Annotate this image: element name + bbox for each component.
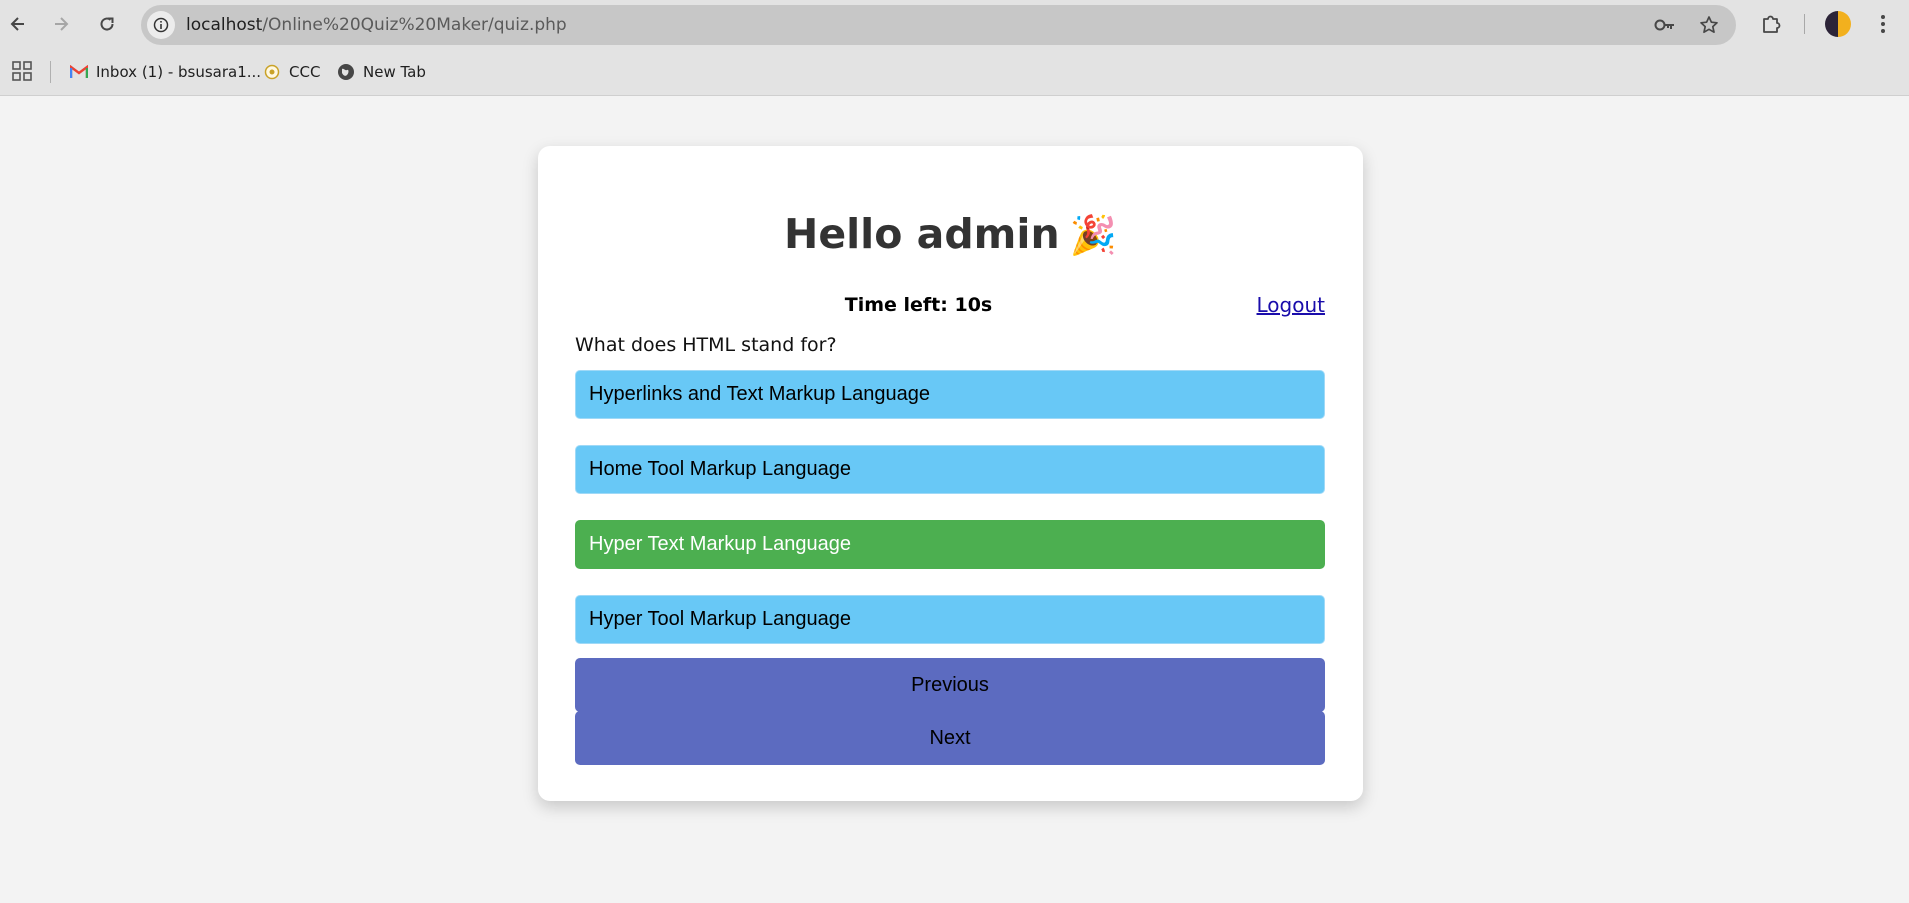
password-key-icon[interactable]	[1653, 13, 1677, 37]
next-button[interactable]: Next	[575, 711, 1325, 765]
answer-option[interactable]: Hyperlinks and Text Markup Language	[575, 370, 1325, 419]
profile-avatar[interactable]	[1825, 11, 1851, 37]
bookmark-label: New Tab	[363, 63, 426, 81]
ccc-favicon-icon	[263, 63, 281, 81]
toolbar-divider	[1804, 14, 1805, 34]
bookmark-label: Inbox (1) - bsusara1...	[96, 63, 262, 81]
answer-option[interactable]: Hyper Tool Markup Language	[575, 595, 1325, 644]
bookmark-label: CCC	[289, 63, 321, 81]
kebab-menu-icon[interactable]	[1868, 9, 1898, 39]
back-arrow-icon	[10, 17, 24, 31]
address-bar[interactable]: localhost/Online%20Quiz%20Maker/quiz.php	[141, 5, 1736, 45]
extensions-puzzle-icon[interactable]	[1756, 9, 1786, 39]
page-title: Hello admin 🎉	[538, 210, 1363, 258]
browser-toolbar: localhost/Online%20Quiz%20Maker/quiz.php	[0, 0, 1909, 49]
question-text: What does HTML stand for?	[575, 334, 837, 356]
apps-grid-icon[interactable]	[12, 61, 32, 81]
time-left-label: Time left: 10s	[844, 294, 993, 316]
forward-arrow-icon	[55, 17, 69, 31]
bookmark-new-tab[interactable]: New Tab	[337, 59, 426, 85]
previous-button[interactable]: Previous	[575, 658, 1325, 712]
quiz-card: Hello admin 🎉 Time left: 10s Logout What …	[538, 146, 1363, 801]
url-path: /Online%20Quiz%20Maker/quiz.php	[262, 15, 567, 35]
forward-button[interactable]	[45, 8, 77, 40]
reload-icon	[100, 17, 114, 31]
bookmark-inbox[interactable]: Inbox (1) - bsusara1...	[70, 59, 261, 85]
gmail-icon	[70, 63, 88, 81]
party-popper-icon: 🎉	[1069, 213, 1117, 257]
bookmarks-bar: Inbox (1) - bsusara1... CCC New Tab	[0, 49, 1909, 96]
bookmark-star-icon[interactable]	[1697, 13, 1721, 37]
globe-icon	[337, 63, 355, 81]
bookmarks-divider	[50, 61, 51, 83]
site-info-icon[interactable]	[147, 11, 175, 39]
url-text[interactable]: localhost/Online%20Quiz%20Maker/quiz.php	[186, 15, 567, 35]
logout-link[interactable]: Logout	[1257, 293, 1325, 317]
url-host: localhost	[186, 15, 263, 35]
bookmark-ccc[interactable]: CCC	[263, 59, 320, 85]
back-button[interactable]	[2, 8, 34, 40]
greeting-text: Hello admin	[784, 210, 1060, 258]
answer-option-selected[interactable]: Hyper Text Markup Language	[575, 520, 1325, 569]
reload-button[interactable]	[91, 8, 123, 40]
answer-option[interactable]: Home Tool Markup Language	[575, 445, 1325, 494]
